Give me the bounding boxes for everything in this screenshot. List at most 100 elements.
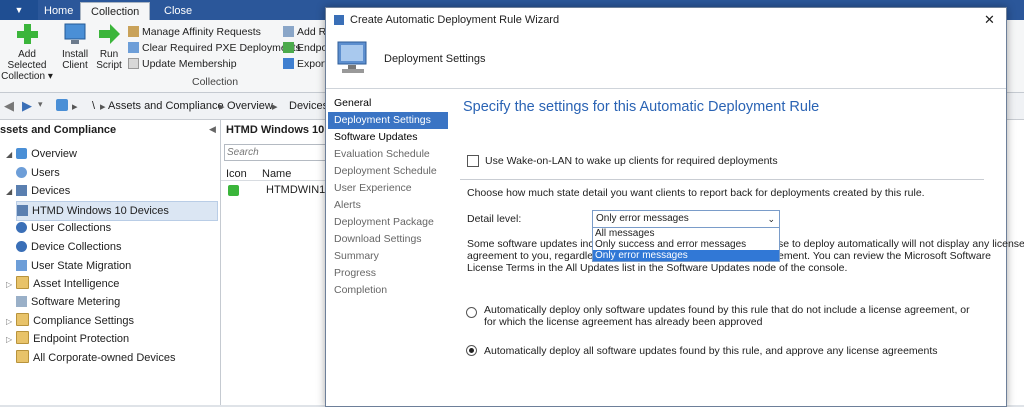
user-collections-icon bbox=[16, 222, 27, 233]
breadcrumb-overview[interactable]: Overview bbox=[227, 100, 273, 112]
wake-on-lan-label: Use Wake-on-LAN to wake up clients for r… bbox=[485, 155, 778, 167]
devices-icon bbox=[16, 185, 28, 196]
manage-affinity-label: Manage Affinity Requests bbox=[142, 26, 261, 38]
license-radio-1-label: Automatically deploy only software updat… bbox=[484, 304, 970, 328]
detail-level-select[interactable]: Only error messages ⌄ bbox=[592, 210, 780, 228]
nav-item-endpoint-protection[interactable]: ▷ Endpoint Protection bbox=[6, 330, 129, 348]
add-selected-label-2: Collection ▾ bbox=[1, 71, 53, 82]
license-option-1[interactable]: Automatically deploy only software updat… bbox=[466, 304, 986, 330]
history-dropdown-icon[interactable]: ▾ bbox=[38, 99, 43, 110]
header-divider bbox=[221, 180, 325, 181]
step-alerts: Alerts bbox=[334, 199, 361, 211]
address-separator: ▸ bbox=[72, 101, 78, 113]
column-header-icon[interactable]: Icon bbox=[226, 168, 247, 180]
install-client-label: Install bbox=[61, 49, 89, 60]
nav-item-user-state-migration[interactable]: User State Migration bbox=[16, 257, 131, 275]
nav-item-asset-intelligence[interactable]: ▷ Asset Intelligence bbox=[6, 275, 119, 293]
pxe-icon bbox=[128, 42, 139, 53]
step-completion: Completion bbox=[334, 284, 388, 296]
install-client-button[interactable]: Install Client bbox=[58, 22, 92, 71]
collapse-pane-icon[interactable]: ◀ bbox=[209, 124, 216, 135]
nav-item-user-collections[interactable]: User Collections bbox=[16, 219, 111, 237]
search-input[interactable]: Search bbox=[224, 144, 330, 161]
run-script-button[interactable]: Run Script bbox=[94, 22, 124, 71]
license-radio-2[interactable] bbox=[466, 345, 477, 356]
manage-affinity-requests-button[interactable]: Manage Affinity Requests bbox=[128, 25, 261, 40]
run-arrow-icon bbox=[96, 22, 122, 46]
column-header-name[interactable]: Name bbox=[262, 168, 291, 180]
tab-home[interactable]: Home bbox=[34, 2, 83, 20]
wake-on-lan-option[interactable]: Use Wake-on-LAN to wake up clients for r… bbox=[467, 155, 867, 167]
nav-item-device-collections[interactable]: Device Collections bbox=[16, 238, 121, 256]
license-radio-1[interactable] bbox=[466, 307, 477, 318]
device-status-icon bbox=[228, 185, 239, 196]
user-state-migration-icon bbox=[16, 260, 27, 271]
nav-item-devices[interactable]: ◢ Devices bbox=[6, 182, 70, 200]
table-row[interactable]: HTMDWIN10 bbox=[266, 184, 331, 196]
breadcrumb-root[interactable]: \ bbox=[92, 100, 95, 112]
details-pane-edge bbox=[1006, 120, 1024, 405]
folder-icon bbox=[16, 350, 29, 363]
nav-item-overview[interactable]: ◢ Overview bbox=[6, 145, 77, 163]
run-script-label: Run bbox=[99, 49, 119, 60]
export-button[interactable]: Export bbox=[283, 57, 327, 72]
step-deployment-schedule: Deployment Schedule bbox=[334, 165, 437, 177]
update-icon bbox=[128, 58, 139, 69]
option-success-and-error[interactable]: Only success and error messages bbox=[593, 239, 779, 250]
step-general: General bbox=[334, 97, 372, 109]
folder-icon bbox=[16, 276, 30, 289]
step-user-experience: User Experience bbox=[334, 182, 412, 194]
device-collection-icon bbox=[17, 205, 28, 216]
wizard-dialog: Create Automatic Deployment Rule Wizard … bbox=[325, 7, 1024, 407]
wake-on-lan-checkbox[interactable] bbox=[467, 155, 479, 167]
tab-close[interactable]: Close bbox=[154, 2, 202, 20]
option-all-messages[interactable]: All messages bbox=[593, 228, 779, 239]
run-script-label-2: Script bbox=[96, 60, 122, 71]
endpoint-icon bbox=[283, 42, 294, 53]
add-selected-collection-button[interactable]: Add Selected Collection ▾ bbox=[0, 22, 54, 82]
clear-pxe-button[interactable]: Clear Required PXE Deployments bbox=[128, 41, 301, 56]
export-label: Export bbox=[297, 58, 328, 70]
users-icon bbox=[16, 167, 27, 178]
wizard-title: Create Automatic Deployment Rule Wizard bbox=[350, 14, 560, 26]
close-button[interactable]: ✕ bbox=[984, 8, 995, 32]
update-membership-button[interactable]: Update Membership bbox=[128, 57, 237, 72]
add-selected-label: Add Selected bbox=[7, 49, 47, 71]
forward-arrow-icon[interactable]: ▶ bbox=[22, 98, 32, 114]
step-deployment-package: Deployment Package bbox=[334, 216, 434, 228]
breadcrumb-devices[interactable]: Devices bbox=[289, 100, 328, 112]
license-option-2[interactable]: Automatically deploy all software update… bbox=[466, 345, 986, 359]
add-resources-icon bbox=[283, 26, 294, 37]
install-client-label-2: Client bbox=[62, 60, 88, 71]
step-software-updates: Software Updates bbox=[334, 131, 418, 143]
step-summary: Summary bbox=[334, 250, 379, 262]
folder-icon bbox=[16, 313, 30, 326]
nav-item-software-metering[interactable]: Software Metering bbox=[16, 293, 120, 311]
back-arrow-icon[interactable]: ◀ bbox=[4, 98, 14, 114]
folder-icon bbox=[16, 331, 30, 344]
option-only-error[interactable]: Only error messages bbox=[593, 250, 779, 261]
nav-item-htmd-windows-10-devices[interactable]: HTMD Windows 10 Devices bbox=[16, 201, 218, 221]
nav-item-compliance-settings[interactable]: ▷ Compliance Settings bbox=[6, 312, 134, 330]
export-arrow-icon bbox=[283, 58, 294, 69]
wizard-titlebar: Create Automatic Deployment Rule Wizard … bbox=[326, 8, 1006, 32]
file-menu-button[interactable]: ▼ bbox=[0, 0, 38, 20]
banner-title: Deployment Settings bbox=[384, 53, 486, 65]
wizard-content: Specify the settings for this Automatic … bbox=[448, 89, 1024, 406]
nav-item-users[interactable]: Users bbox=[16, 164, 60, 182]
wizard-steps: General Deployment Settings Software Upd… bbox=[326, 89, 450, 406]
address-separator: ▸ bbox=[272, 101, 278, 113]
step-evaluation-schedule: Evaluation Schedule bbox=[334, 148, 430, 160]
console-icon bbox=[56, 99, 68, 111]
license-radio-2-label: Automatically deploy all software update… bbox=[484, 345, 938, 357]
step-deployment-settings: Deployment Settings bbox=[328, 112, 450, 129]
breadcrumb-assets[interactable]: Assets and Compliance bbox=[108, 100, 224, 112]
endpoint-button[interactable]: Endpo bbox=[283, 41, 327, 56]
add-icon bbox=[14, 22, 40, 46]
tab-collection[interactable]: Collection bbox=[80, 2, 151, 21]
ribbon-group-label: Collection bbox=[192, 76, 239, 88]
nav-item-all-corporate-owned-devices[interactable]: All Corporate-owned Devices bbox=[16, 349, 175, 367]
chevron-down-icon: ⌄ bbox=[767, 214, 775, 224]
address-separator: ▸ bbox=[219, 101, 225, 113]
license-text-3: License Terms in the All Updates list in… bbox=[467, 262, 848, 274]
